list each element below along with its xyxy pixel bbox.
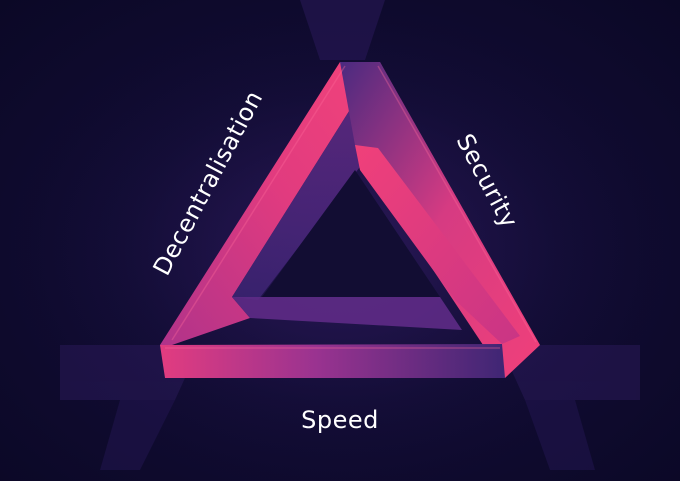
trilemma-diagram: Decentralisation Security Speed	[0, 0, 680, 481]
label-speed: Speed	[301, 406, 379, 434]
triangle-bottom-bar	[160, 344, 505, 378]
